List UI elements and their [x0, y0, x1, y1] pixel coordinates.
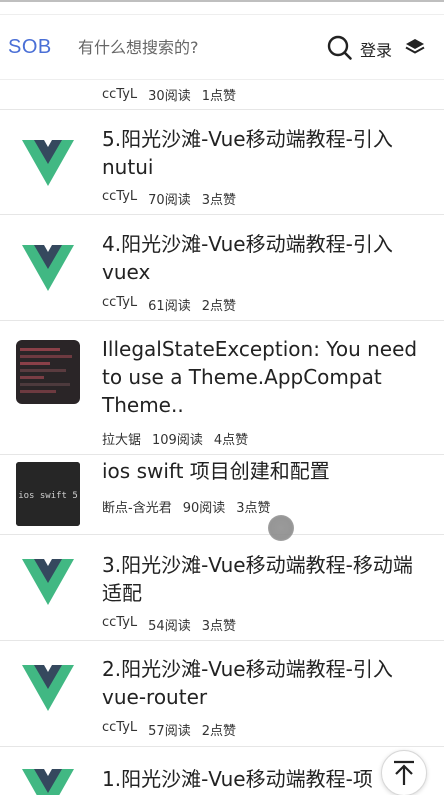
header: SOB 登录 [0, 14, 444, 80]
back-to-top-button[interactable] [381, 750, 427, 795]
read-count: 61阅读 [148, 299, 191, 314]
article-meta: 断点-含光君 90阅读 3点赞 [102, 497, 282, 516]
article-title[interactable]: 5.阳光沙滩-Vue移动端教程-引入nutui [102, 125, 430, 181]
article-meta: ccTyL 57阅读 2点赞 [102, 720, 247, 739]
top-border [0, 0, 444, 2]
list-item[interactable]: 2.阳光沙滩-Vue移动端教程-引入vue-router ccTyL 57阅读 … [0, 641, 444, 747]
touch-indicator [268, 515, 294, 541]
article-title[interactable]: 3.阳光沙滩-Vue移动端教程-移动端适配 [102, 551, 430, 607]
article-list: ccTyL 30阅读 1点赞 5.阳光沙滩-Vue移动端教程-引入nutui c… [0, 80, 444, 795]
vue-logo-icon [16, 235, 80, 299]
article-title[interactable]: IllegalStateException: You need to use a… [102, 335, 430, 419]
read-count: 109阅读 [152, 433, 203, 448]
read-count: 90阅读 [182, 501, 226, 516]
article-meta: 拉大锯 109阅读 4点赞 [102, 429, 259, 448]
like-count: 3点赞 [201, 193, 236, 208]
list-item-meta[interactable]: ccTyL 30阅读 1点赞 [0, 80, 444, 110]
site-logo[interactable]: SOB [8, 36, 78, 59]
author: 断点-含光君 [102, 501, 172, 516]
vue-logo-icon [16, 759, 80, 795]
vue-logo-icon [16, 549, 80, 613]
read-count: 57阅读 [148, 724, 191, 739]
vue-logo-icon [16, 130, 80, 194]
list-item[interactable]: 3.阳光沙滩-Vue移动端教程-移动端适配 ccTyL 54阅读 3点赞 [0, 535, 444, 641]
vue-logo-icon [16, 655, 80, 719]
like-count: 2点赞 [201, 299, 236, 314]
author: ccTyL [102, 87, 138, 102]
author: ccTyL [102, 615, 138, 630]
like-count: 4点赞 [213, 433, 249, 448]
arrow-up-icon [394, 760, 414, 785]
list-item[interactable]: ios swift 5 ios swift 项目创建和配置 断点-含光君 90阅… [0, 455, 444, 535]
list-item[interactable]: 1.阳光沙滩-Vue移动端教程-项 [0, 747, 444, 795]
article-title[interactable]: ios swift 项目创建和配置 [102, 457, 430, 485]
author: ccTyL [102, 189, 138, 204]
like-count: 3点赞 [236, 501, 271, 516]
article-title[interactable]: 2.阳光沙滩-Vue移动端教程-引入vue-router [102, 655, 430, 711]
search-input[interactable] [78, 32, 318, 62]
like-count: 2点赞 [201, 724, 236, 739]
article-meta: ccTyL 54阅读 3点赞 [102, 615, 247, 634]
like-count: 1点赞 [201, 89, 236, 104]
read-count: 70阅读 [148, 193, 191, 208]
search-icon[interactable] [327, 35, 353, 61]
article-thumbnail [16, 340, 80, 404]
article-thumbnail: ios swift 5 [16, 462, 80, 526]
author: ccTyL [102, 720, 138, 735]
author: ccTyL [102, 295, 138, 310]
list-item[interactable]: 5.阳光沙滩-Vue移动端教程-引入nutui ccTyL 70阅读 3点赞 [0, 110, 444, 215]
article-meta: ccTyL 61阅读 2点赞 [102, 295, 247, 314]
author: 拉大锯 [102, 433, 142, 448]
like-count: 3点赞 [201, 619, 236, 634]
thumbnail-caption: ios swift 5 [18, 491, 78, 501]
article-meta: ccTyL 70阅读 3点赞 [102, 189, 247, 208]
read-count: 54阅读 [148, 619, 191, 634]
layers-icon[interactable] [405, 37, 425, 57]
list-item[interactable]: 4.阳光沙滩-Vue移动端教程-引入vuex ccTyL 61阅读 2点赞 [0, 215, 444, 321]
login-button[interactable]: 登录 [360, 37, 392, 61]
article-title[interactable]: 4.阳光沙滩-Vue移动端教程-引入vuex [102, 230, 430, 286]
read-count: 30阅读 [148, 89, 191, 104]
list-item[interactable]: IllegalStateException: You need to use a… [0, 321, 444, 455]
